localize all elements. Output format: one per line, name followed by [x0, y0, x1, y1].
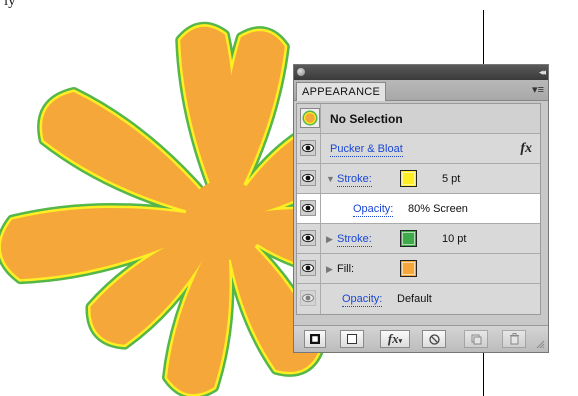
pucker-bloat-link[interactable]: Pucker & Bloat [330, 142, 403, 157]
flower-center [185, 180, 265, 260]
close-icon[interactable] [297, 68, 305, 76]
duplicate-icon [471, 334, 481, 345]
panel-tabbar: APPEARANCE ▾≡ [294, 80, 548, 101]
appearance-header-row[interactable]: No Selection [297, 104, 540, 134]
trash-icon [509, 333, 519, 345]
appearance-row-opacity-default[interactable]: Opacity: Default [297, 284, 540, 314]
filled-square-icon [309, 333, 321, 345]
row-separator [320, 134, 321, 163]
stroke-color-swatch[interactable] [400, 230, 417, 247]
selection-title: No Selection [330, 112, 403, 126]
visibility-eye-icon[interactable] [300, 290, 316, 306]
opacity-link[interactable]: Opacity: [342, 292, 383, 307]
panel-titlebar[interactable]: ◂◂ [294, 65, 548, 80]
fill-color-swatch[interactable] [400, 260, 417, 277]
no-symbol-icon [428, 334, 440, 345]
tab-appearance[interactable]: APPEARANCE [296, 82, 387, 101]
stroke-weight-value: 5 pt [442, 173, 461, 185]
clear-appearance-button[interactable] [422, 330, 446, 348]
row-separator [320, 254, 321, 283]
stroke-color-swatch[interactable] [400, 170, 417, 187]
disclosure-expanded-icon[interactable]: ▼ [326, 174, 335, 184]
duplicate-item-button[interactable] [464, 330, 488, 348]
appearance-row-stroke-10pt[interactable]: ▶ Stroke: 10 pt [297, 224, 540, 254]
visibility-eye-icon[interactable] [300, 260, 316, 276]
panel-bottom-toolbar: fx▾ [294, 325, 548, 352]
add-new-stroke-button[interactable] [304, 330, 326, 348]
disclosure-collapsed-icon[interactable]: ▶ [326, 264, 333, 274]
fx-icon: fx [387, 331, 399, 346]
appearance-row-fill[interactable]: ▶ Fill: [297, 254, 540, 284]
appearance-row-stroke-5pt[interactable]: ▼ Stroke: 5 pt [297, 164, 540, 194]
visibility-eye-icon[interactable] [300, 230, 316, 246]
opacity-value: Default [397, 293, 432, 305]
row-separator [320, 194, 321, 223]
resize-grip-icon[interactable] [536, 340, 545, 349]
row-separator [320, 164, 321, 193]
delete-item-button[interactable] [502, 330, 526, 348]
flower-thumbnail-icon [300, 108, 320, 128]
appearance-list: No Selection Pucker & Bloat fx ▼ Stroke:… [296, 103, 541, 315]
row-separator [320, 104, 321, 133]
visibility-eye-icon[interactable] [300, 170, 316, 186]
visibility-eye-icon[interactable] [300, 200, 316, 216]
empty-square-icon [347, 334, 357, 344]
appearance-row-pucker-bloat[interactable]: Pucker & Bloat fx [297, 134, 540, 164]
fx-icon: fx [520, 141, 532, 156]
row-separator [320, 224, 321, 253]
appearance-row-opacity-selected[interactable]: Opacity: 80% Screen [297, 194, 540, 224]
add-new-fill-button[interactable] [340, 330, 364, 348]
fill-label: Fill: [337, 263, 355, 275]
collapse-icon[interactable]: ◂◂ [539, 66, 546, 78]
stroke-link[interactable]: Stroke: [337, 232, 372, 247]
opacity-value: 80% Screen [408, 203, 468, 215]
opacity-link[interactable]: Opacity: [353, 202, 394, 217]
add-new-effect-button[interactable]: fx▾ [380, 330, 410, 348]
panel-menu-icon[interactable]: ▾≡ [532, 84, 544, 96]
row-separator [320, 284, 321, 314]
visibility-eye-icon[interactable] [300, 140, 316, 156]
stroke-link[interactable]: Stroke: [337, 172, 372, 187]
disclosure-collapsed-icon[interactable]: ▶ [326, 234, 333, 244]
stroke-weight-value: 10 pt [442, 233, 467, 245]
appearance-panel: ◂◂ APPEARANCE ▾≡ No Selection Pucker & B… [293, 64, 549, 353]
